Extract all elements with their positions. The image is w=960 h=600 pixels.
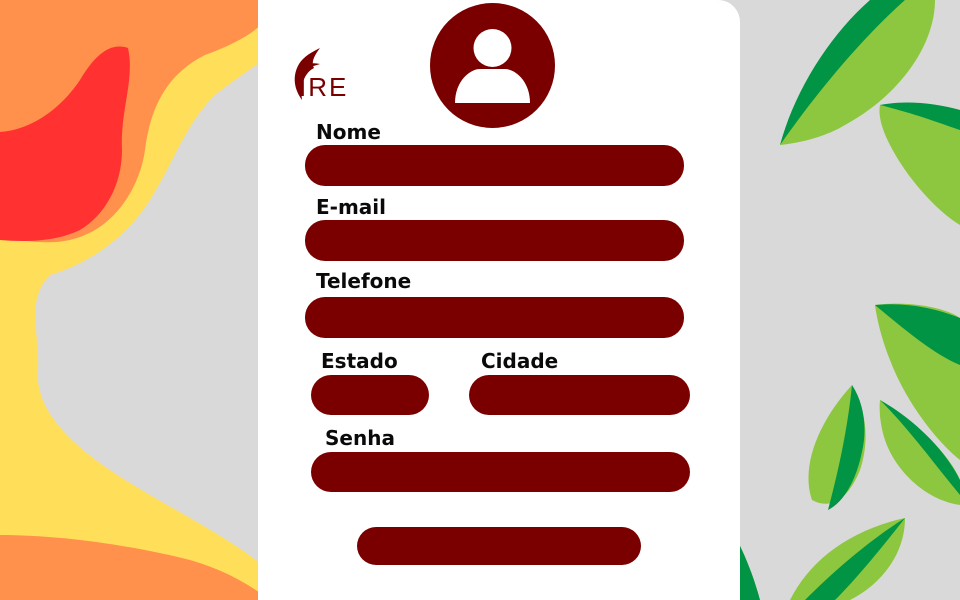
- avatar[interactable]: [430, 3, 555, 128]
- estado-label: Estado: [321, 349, 398, 373]
- submit-button[interactable]: [357, 527, 641, 565]
- logo-text: IRE: [299, 72, 349, 102]
- email-input[interactable]: [305, 220, 684, 261]
- senha-input[interactable]: [311, 452, 690, 492]
- telefone-label: Telefone: [316, 269, 412, 293]
- user-icon: [455, 29, 530, 103]
- cidade-label: Cidade: [481, 349, 559, 373]
- estado-input[interactable]: [311, 375, 429, 415]
- telefone-input[interactable]: [305, 297, 684, 338]
- nome-input[interactable]: [305, 145, 684, 186]
- cidade-input[interactable]: [469, 375, 690, 415]
- nome-label: Nome: [316, 120, 381, 144]
- senha-label: Senha: [325, 426, 395, 450]
- email-label: E-mail: [316, 195, 387, 219]
